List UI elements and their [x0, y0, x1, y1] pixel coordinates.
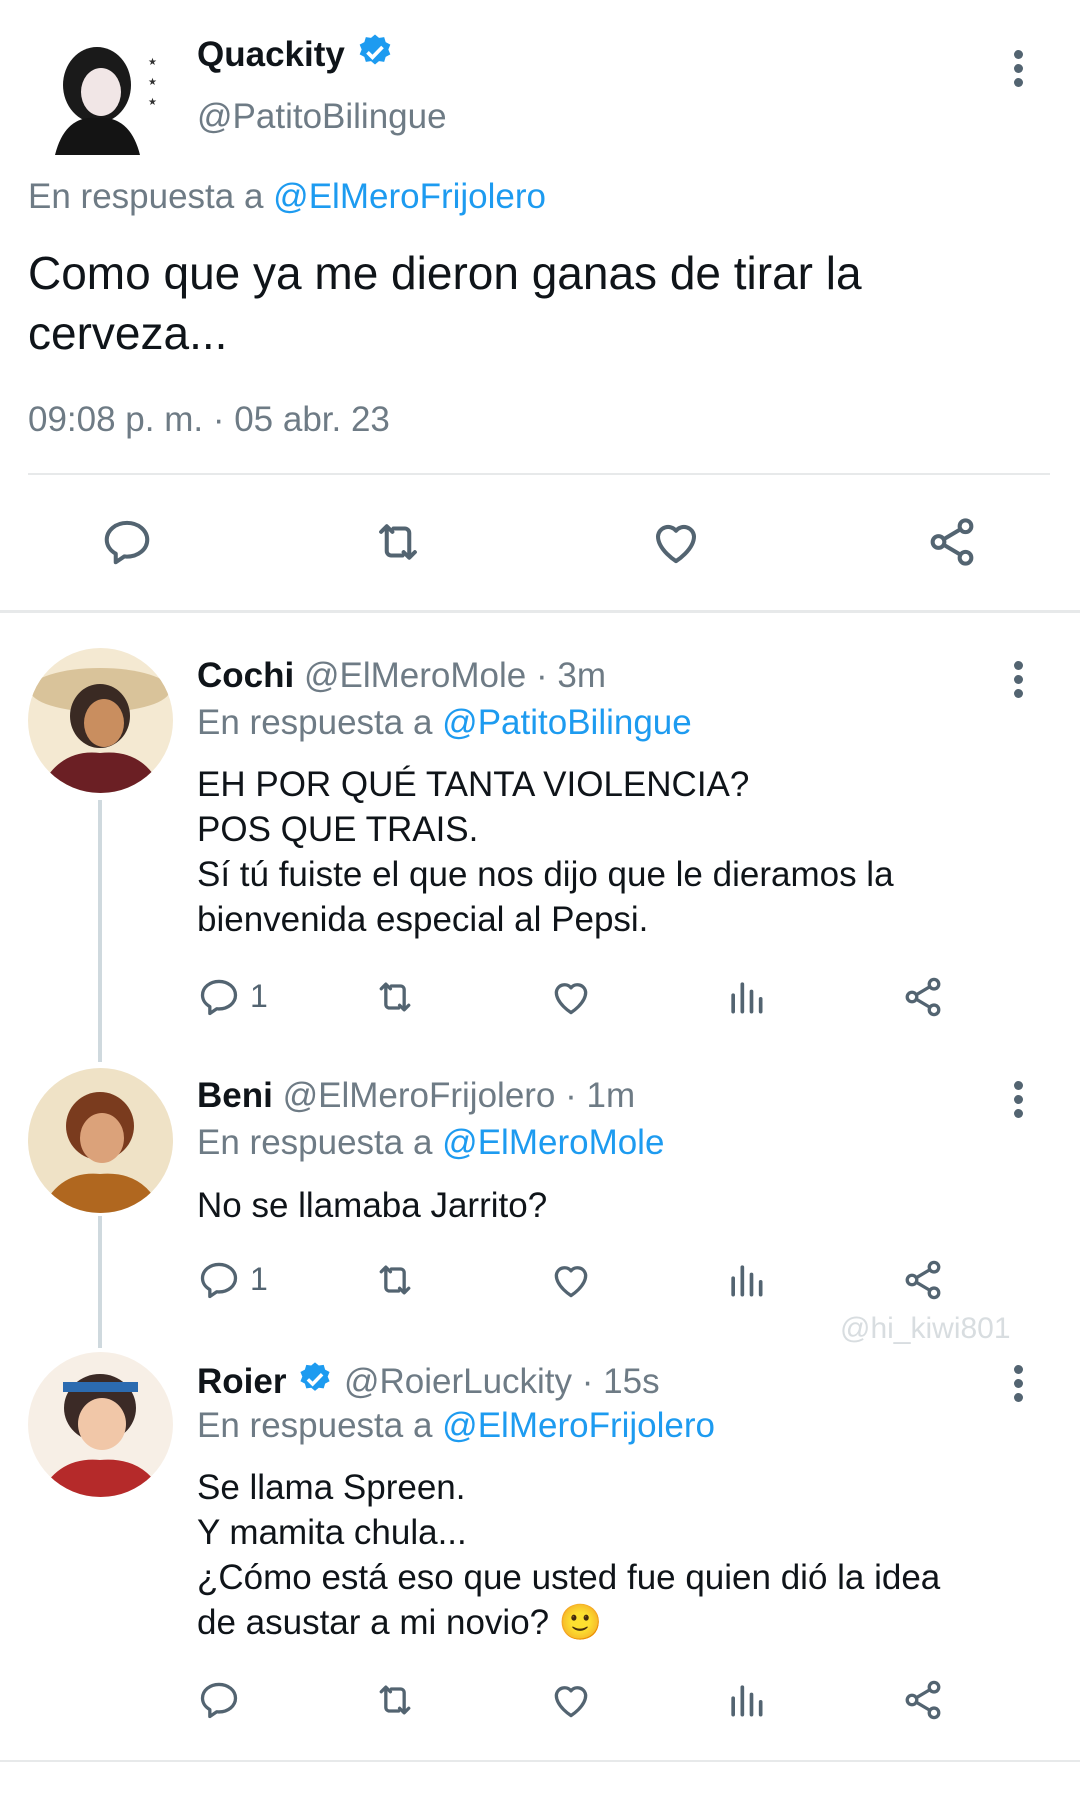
retweet-icon[interactable] — [370, 515, 426, 569]
reply-icon[interactable] — [197, 1258, 241, 1302]
retweet-icon[interactable] — [372, 975, 418, 1019]
reply-author-name[interactable]: Beni — [197, 1076, 273, 1115]
more-options-icon[interactable] — [1006, 1076, 1030, 1136]
reply-time[interactable]: · 3m — [536, 656, 606, 695]
reply-context-prefix: En respuesta a — [197, 703, 433, 742]
reply-context-mention[interactable]: @ElMeroFrijolero — [442, 1406, 715, 1445]
reply-context: En respuesta a @ElMeroFrijolero — [197, 1406, 715, 1446]
watermark: @hi_kiwi801 — [840, 1312, 1011, 1345]
reply-context: En respuesta a @PatitoBilingue — [197, 703, 692, 743]
like-icon[interactable] — [548, 1258, 594, 1302]
like-icon[interactable] — [548, 1678, 594, 1722]
reply-header: Cochi @ElMeroMole · 3m — [197, 656, 606, 696]
views-icon[interactable] — [724, 1258, 768, 1302]
reply-text: No se llamaba Jarrito? — [197, 1186, 548, 1225]
reply-author-handle[interactable]: @ElMeroFrijolero — [283, 1076, 556, 1115]
like-icon[interactable] — [548, 975, 594, 1019]
reply-context: En respuesta a @ElMeroFrijolero — [28, 177, 546, 217]
retweet-icon[interactable] — [372, 1678, 418, 1722]
more-options-icon[interactable] — [1006, 1360, 1030, 1420]
reply-context-mention[interactable]: @ElMeroMole — [442, 1123, 664, 1162]
views-icon[interactable] — [724, 975, 768, 1019]
reply-header: Roier @RoierLuckity · 15s — [197, 1360, 660, 1407]
reply-time[interactable]: · 15s — [582, 1362, 660, 1401]
reply-count: 1 — [250, 1261, 268, 1297]
verified-badge-icon — [355, 32, 395, 81]
reply-author-handle[interactable]: @ElMeroMole — [304, 656, 526, 695]
reply-header: Beni @ElMeroFrijolero · 1m — [197, 1076, 635, 1116]
more-options-icon[interactable] — [1006, 656, 1030, 716]
divider — [28, 473, 1050, 475]
svg-text:★: ★ — [148, 57, 157, 68]
share-icon[interactable] — [900, 1258, 946, 1302]
tweet-timestamp[interactable]: 09:08 p. m. · 05 abr. 23 — [28, 400, 390, 440]
reply-icon[interactable] — [197, 1678, 241, 1722]
retweet-icon[interactable] — [372, 1258, 418, 1302]
share-icon[interactable] — [924, 515, 980, 569]
thread-line — [98, 1216, 102, 1348]
avatar-cochi[interactable] — [28, 648, 173, 793]
reply-icon[interactable] — [100, 515, 154, 569]
reply-text: Se llama Spreen. Y mamita chula... ¿Cómo… — [197, 1468, 941, 1642]
reply-icon[interactable] — [197, 975, 241, 1019]
share-icon[interactable] — [900, 975, 946, 1019]
reply-author-name[interactable]: Roier — [197, 1362, 286, 1401]
avatar-roier[interactable] — [28, 1352, 173, 1497]
views-icon[interactable] — [724, 1678, 768, 1722]
share-icon[interactable] — [900, 1678, 946, 1722]
like-icon[interactable] — [648, 515, 704, 569]
verified-badge-icon — [296, 1360, 334, 1407]
reply-context: En respuesta a @ElMeroMole — [197, 1123, 664, 1163]
reply-time[interactable]: · 1m — [565, 1076, 635, 1115]
bottom-divider — [0, 1760, 1080, 1762]
reply-context-prefix: En respuesta a — [197, 1123, 433, 1162]
author-line: Quackity — [197, 32, 395, 81]
author-handle[interactable]: @PatitoBilingue — [197, 97, 447, 137]
reply-context-prefix: En respuesta a — [28, 177, 264, 216]
svg-text:★: ★ — [148, 77, 157, 88]
reply-text: EH POR QUÉ TANTA VIOLENCIA? POS QUE TRAI… — [197, 765, 894, 939]
reply-context-mention[interactable]: @PatitoBilingue — [442, 703, 692, 742]
svg-text:★: ★ — [148, 97, 157, 108]
author-name[interactable]: Quackity — [197, 35, 345, 74]
avatar-quackity[interactable]: ★ ★ ★ — [35, 30, 160, 155]
reply-context-prefix: En respuesta a — [197, 1406, 433, 1445]
more-options-icon[interactable] — [1006, 45, 1030, 105]
section-divider — [0, 610, 1080, 613]
reply-count: 1 — [250, 978, 268, 1014]
avatar-beni[interactable] — [28, 1068, 173, 1213]
reply-context-mention[interactable]: @ElMeroFrijolero — [273, 177, 546, 216]
thread-line — [98, 800, 102, 1062]
tweet-text: Como que ya me dieron ganas de tirar la … — [28, 247, 862, 359]
reply-author-handle[interactable]: @RoierLuckity — [344, 1362, 572, 1401]
reply-author-name[interactable]: Cochi — [197, 656, 294, 695]
